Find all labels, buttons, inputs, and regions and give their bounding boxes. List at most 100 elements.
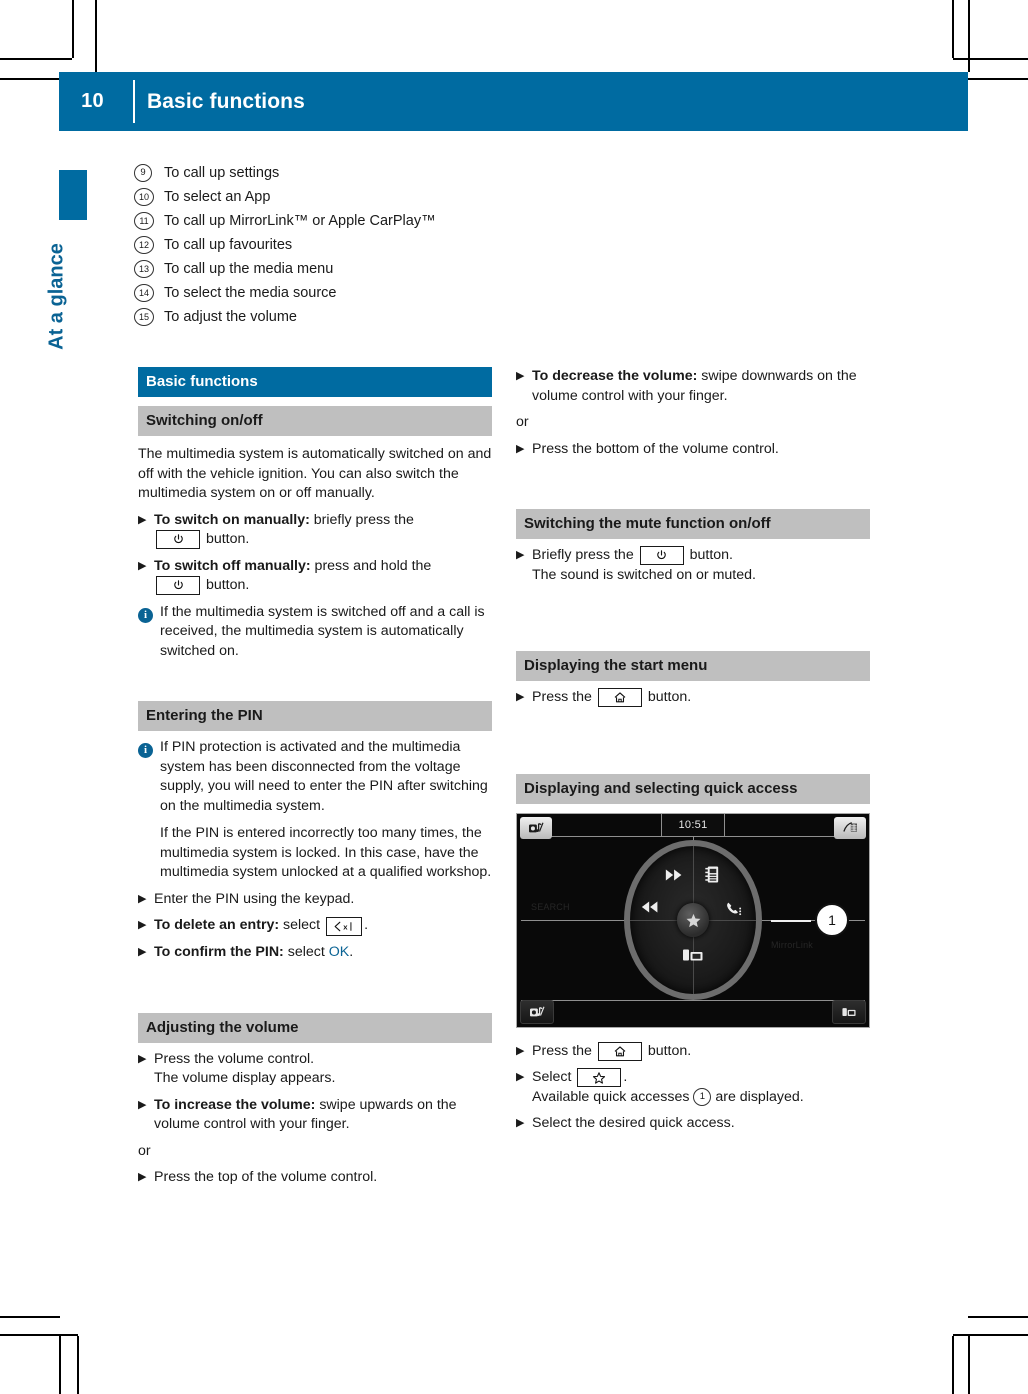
step-bold: To decrease the volume: [532, 368, 698, 384]
section-heading-basic-functions: Basic functions [138, 367, 492, 397]
step-post: button. [643, 689, 692, 705]
step-press-home: ▶ Press the button. [516, 688, 870, 708]
step-arrow-icon: ▶ [138, 1052, 147, 1065]
or-connector: or [516, 414, 529, 430]
paragraph-switching: The multimedia system is automatically s… [138, 446, 492, 501]
right-column: ▶ To decrease the volume: swipe downward… [516, 367, 870, 1134]
step-arrow-icon: ▶ [516, 442, 525, 455]
media-device-icon[interactable] [677, 942, 709, 968]
step-mute: ▶ Briefly press the button. The sound is … [516, 546, 870, 585]
step-arrow-icon: ▶ [516, 1044, 525, 1057]
quick-access-wheel[interactable] [624, 840, 762, 1000]
step-bold: To increase the volume: [154, 1096, 316, 1113]
crop-mark-tr-v2 [968, 0, 970, 72]
step-confirm-pin: ▶ To confirm the PIN: select OK. [138, 943, 492, 963]
step-pre: Briefly press the [532, 547, 634, 563]
note-switch-off: i If the multimedia system is switched o… [138, 603, 492, 662]
power-icon[interactable] [156, 576, 200, 595]
subheading-switching-on-off: Switching on/off [138, 406, 492, 436]
step-body: Enter the PIN using the keypad. [154, 890, 355, 907]
step-rest: briefly press the [309, 511, 414, 528]
step-body: Select the desired quick access. [532, 1115, 735, 1131]
step-rest: press and hold the [310, 557, 432, 574]
media-mute-icon[interactable] [520, 999, 554, 1024]
legend-label: To call up MirrorLink™ or Apple CarPlay™ [164, 213, 436, 229]
step-switch-on: ▶ To switch on manually: briefly press t… [138, 511, 492, 550]
home-icon[interactable] [597, 1041, 642, 1061]
step-arrow-icon: ▶ [138, 946, 147, 958]
step-arrow-icon: ▶ [138, 1098, 147, 1111]
home-icon[interactable] [597, 688, 642, 707]
step-body: Press the button. [532, 1041, 870, 1062]
legend-label: To call up favourites [164, 237, 293, 253]
step-tail: . [349, 944, 354, 960]
info-icon: i [138, 603, 160, 662]
crop-mark-bl-h2 [0, 1334, 78, 1336]
media-device-icon[interactable] [832, 999, 866, 1024]
subheading-start-menu: Displaying the start menu [516, 651, 870, 681]
step-sub: Available quick accesses 1 are displayed… [532, 1087, 804, 1106]
crop-mark-bl-v [59, 1334, 61, 1394]
power-icon[interactable] [639, 546, 684, 565]
legend-label: To select the media source [164, 285, 337, 301]
step-main: Press the volume control. [154, 1050, 315, 1067]
or-connector: or [138, 1142, 151, 1159]
crop-mark-tr-h2 [968, 78, 1028, 80]
step-decrease-volume: ▶ To decrease the volume: swipe downward… [516, 367, 870, 406]
step-body: Press the bottom of the volume control. [532, 440, 779, 457]
crop-mark-bl-v2 [77, 1336, 79, 1394]
rewind-icon[interactable] [636, 894, 666, 920]
step-body: Briefly press the button. The sound is sw… [532, 546, 870, 585]
display-clock: 10:51 [661, 813, 725, 837]
step-rest: select [283, 944, 329, 960]
step-arrow-icon: ▶ [138, 559, 147, 572]
info-icon: i [138, 738, 160, 883]
radio-mute-icon[interactable] [520, 816, 552, 839]
ok-token[interactable]: OK [329, 944, 350, 960]
step-arrow-icon: ▶ [138, 919, 147, 931]
step-tail: button. [202, 531, 250, 547]
step-pre: Press the [532, 1042, 592, 1059]
crop-mark-tl-h [0, 58, 72, 60]
legend-label: To select an App [164, 189, 271, 205]
list-item: 13 To call up the media menu [134, 260, 604, 285]
step-press-bottom-volume: ▶ Press the bottom of the volume control… [516, 440, 870, 460]
star-icon[interactable] [577, 1068, 622, 1087]
phonebook-icon[interactable] [698, 860, 726, 888]
step-body: Press the button. [532, 688, 870, 708]
step-delete-entry: ▶ To delete an entry: select x. [138, 916, 492, 936]
subheading-mute-function: Switching the mute function on/off [516, 509, 870, 539]
legend-number: 9 [134, 164, 164, 183]
legend-number: 13 [134, 260, 164, 279]
backspace-icon[interactable]: x [326, 917, 363, 936]
step-body: To delete an entry: select x. [154, 916, 492, 936]
crop-mark-br-h2 [968, 1316, 1028, 1318]
step-bold: To switch off manually: [154, 557, 311, 574]
legend-list: 9 To call up settings 10 To select an Ap… [134, 164, 604, 333]
legend-number: 14 [134, 284, 164, 303]
step-body: To decrease the volume: swipe downwards … [532, 367, 870, 406]
power-icon[interactable] [156, 530, 200, 549]
list-item: 11 To call up MirrorLink™ or Apple CarPl… [134, 212, 604, 237]
step-qa-press-home: ▶ Press the button. [516, 1041, 870, 1062]
inline-callout-1: 1 [693, 1087, 712, 1106]
note-paragraph-1: If PIN protection is activated and the m… [160, 739, 488, 814]
subheading-quick-access: Displaying and selecting quick access [516, 773, 870, 804]
step-bold: To switch on manually: [154, 511, 310, 528]
step-arrow-icon: ▶ [516, 549, 525, 561]
display-screenshot: 10:51 SEARCH MirrorLink 1 [516, 812, 870, 1028]
subheading-entering-pin: Entering the PIN [138, 701, 492, 731]
step-arrow-icon: ▶ [138, 892, 147, 905]
step-arrow-icon: ▶ [516, 370, 525, 382]
step-arrow-icon: ▶ [516, 1117, 525, 1129]
left-column: Basic functions Switching on/off The mul… [138, 367, 492, 1188]
list-item: 14 To select the media source [134, 284, 604, 309]
legend-label: To adjust the volume [164, 309, 297, 325]
fast-forward-icon[interactable] [660, 862, 690, 888]
page-title: Basic functions [147, 89, 305, 113]
telephone-icon[interactable] [720, 894, 748, 922]
navigation-icon[interactable] [834, 816, 866, 839]
star-icon[interactable] [677, 903, 709, 937]
crop-mark-br-v [952, 1336, 954, 1394]
legend-number: 12 [134, 236, 164, 255]
